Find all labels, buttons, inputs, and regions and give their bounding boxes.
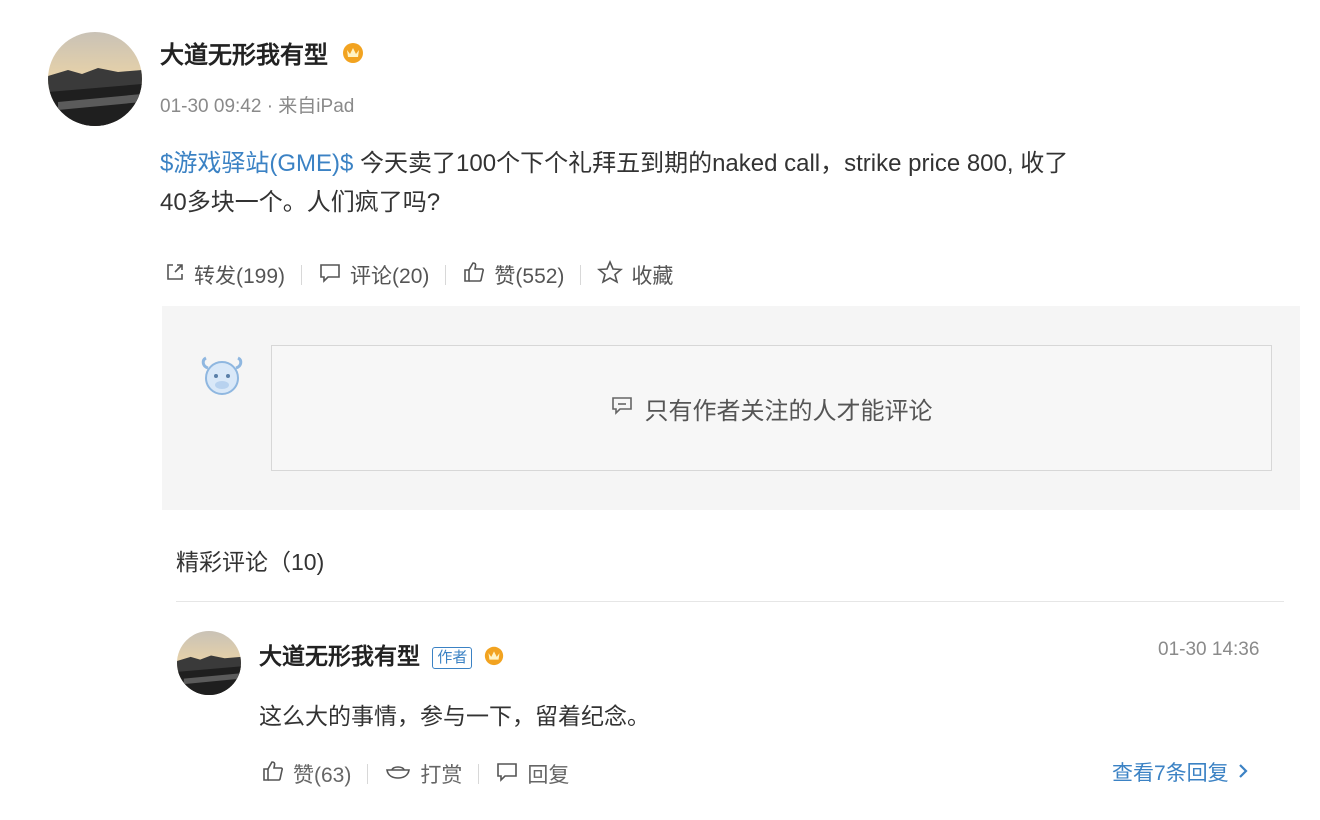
comment-like-button[interactable]: 赞(63)	[261, 759, 351, 789]
author-avatar[interactable]	[48, 32, 142, 126]
divider	[478, 764, 480, 784]
crown-icon	[341, 40, 365, 73]
post-meta: 01-30 09:42 · 来自iPad	[160, 96, 355, 117]
author-row: 大道无形我有型	[160, 40, 365, 73]
tip-button[interactable]: 打赏	[384, 759, 462, 789]
author-badge: 作者	[432, 646, 473, 669]
divider	[301, 265, 303, 285]
commenter-avatar[interactable]	[177, 631, 241, 695]
hot-comments-title: 精彩评论（10)	[176, 549, 325, 575]
stock-tag-link[interactable]: $游戏驿站(GME)$	[160, 150, 353, 177]
reply-label: 回复	[527, 764, 570, 787]
comment-panel: 只有作者关注的人才能评论	[162, 306, 1300, 510]
view-replies-link[interactable]: 查看7条回复	[1112, 760, 1249, 788]
divider	[445, 265, 447, 285]
comment-action-bar: 赞(63) 打赏 回复	[261, 759, 569, 789]
like-label: 赞(552)	[494, 265, 565, 288]
bull-mascot-icon	[196, 350, 248, 407]
view-replies-label: 查看7条回复	[1112, 762, 1229, 785]
post-text-line2: 40多块一个。人们疯了吗?	[160, 189, 441, 216]
comment-button[interactable]: 评论(20)	[318, 260, 429, 290]
crown-icon	[483, 642, 505, 674]
comment-icon	[318, 261, 342, 289]
tip-icon	[384, 761, 412, 787]
star-icon	[597, 259, 624, 290]
comment-icon	[611, 394, 633, 422]
comment-header: 大道无形我有型 作者	[259, 640, 505, 674]
like-icon	[261, 759, 285, 789]
notice-text: 只有作者关注的人才能评论	[644, 397, 933, 425]
comment-like-label: 赞(63)	[293, 764, 352, 787]
post-action-bar: 转发(199) 评论(20) 赞(552) 收藏	[164, 259, 674, 290]
favorite-label: 收藏	[631, 265, 674, 288]
divider	[580, 265, 582, 285]
section-divider	[176, 601, 1284, 602]
post-text-line1: 今天卖了100个下个礼拜五到期的naked call，strike price …	[353, 150, 1069, 177]
comment-text: 这么大的事情，参与一下，留着纪念。	[259, 703, 650, 729]
like-button[interactable]: 赞(552)	[462, 260, 564, 290]
like-icon	[462, 260, 486, 290]
comment-label: 评论(20)	[350, 265, 430, 288]
author-name[interactable]: 大道无形我有型	[160, 42, 328, 69]
repost-icon	[164, 261, 186, 289]
repost-label: 转发(199)	[194, 265, 286, 288]
comment-restriction-notice: 只有作者关注的人才能评论	[271, 345, 1272, 471]
repost-button[interactable]: 转发(199)	[164, 260, 285, 290]
commenter-name[interactable]: 大道无形我有型	[259, 643, 420, 669]
comment-icon	[495, 760, 519, 788]
comment-time: 01-30 14:36	[1158, 639, 1260, 660]
reply-button[interactable]: 回复	[495, 759, 569, 789]
divider	[367, 764, 369, 784]
chevron-right-icon	[1237, 760, 1249, 788]
tip-label: 打赏	[420, 764, 463, 787]
favorite-button[interactable]: 收藏	[597, 259, 674, 290]
post-content: $游戏驿站(GME)$ 今天卖了100个下个礼拜五到期的naked call，s…	[160, 144, 1300, 222]
